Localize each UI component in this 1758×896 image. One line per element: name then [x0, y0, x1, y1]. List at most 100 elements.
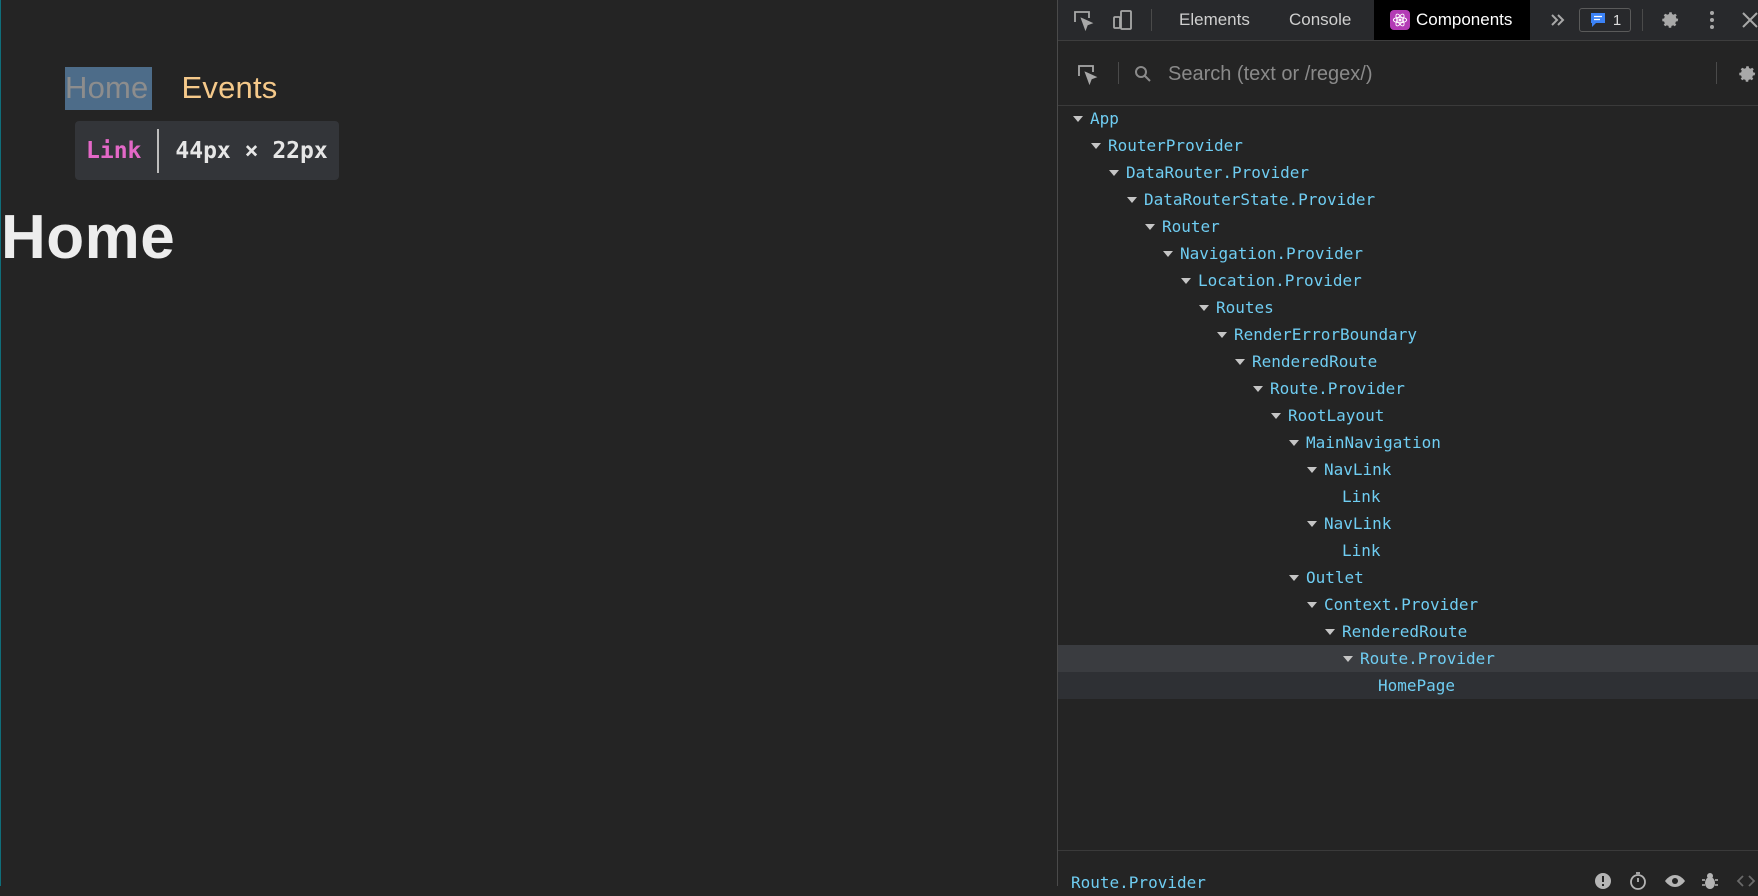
devtools-tabbar: Elements Console Components 1 — [1058, 0, 1758, 41]
tree-node-label: RenderedRoute — [1252, 352, 1378, 371]
tree-row-navigation-provider[interactable]: Navigation.Provider — [1058, 240, 1758, 267]
bug-icon[interactable] — [1700, 871, 1720, 891]
expand-arrow-icon[interactable] — [1199, 304, 1209, 311]
tree-row-context-provider[interactable]: Context.Provider — [1058, 591, 1758, 618]
issues-badge[interactable]: 1 — [1579, 8, 1631, 32]
expand-arrow-icon[interactable] — [1091, 142, 1101, 149]
expand-arrow-icon[interactable] — [1307, 520, 1317, 527]
expand-arrow-icon[interactable] — [1145, 223, 1155, 230]
tree-node-label: DataRouterState.Provider — [1144, 190, 1376, 209]
tree-node-label: RouterProvider — [1108, 136, 1243, 155]
expand-arrow-icon[interactable] — [1253, 385, 1263, 392]
inspect-element-icon[interactable] — [1071, 8, 1095, 32]
tree-row-rendererrorboundary[interactable]: RenderErrorBoundary — [1058, 321, 1758, 348]
kebab-menu-icon[interactable] — [1700, 8, 1724, 32]
expand-arrow-icon[interactable] — [1289, 439, 1299, 446]
tree-row-link[interactable]: Link — [1058, 483, 1758, 510]
expand-arrow-icon[interactable] — [1217, 331, 1227, 338]
nav-link-events[interactable]: Events — [182, 66, 278, 110]
tree-node-label: RootLayout — [1288, 406, 1385, 425]
tree-row-outlet[interactable]: Outlet — [1058, 564, 1758, 591]
component-search-bar — [1058, 41, 1758, 106]
devtools-panel: Elements Console Components 1 Search (te… — [1057, 0, 1758, 892]
expand-arrow-icon[interactable] — [1325, 628, 1335, 635]
expand-arrow-icon[interactable] — [1163, 250, 1173, 257]
tree-node-label: NavLink — [1324, 460, 1392, 479]
main-navigation: Home Events — [65, 66, 277, 110]
tree-row-route-provider[interactable]: Route.Provider — [1058, 375, 1758, 402]
more-tabs-icon[interactable] — [1546, 8, 1570, 32]
tree-row-navlink[interactable]: NavLink — [1058, 456, 1758, 483]
close-icon[interactable] — [1738, 8, 1758, 32]
component-tree: App RouterProvider DataRouter.Provider Data… — [1058, 105, 1758, 699]
tree-row-homepage[interactable]: HomePage — [1058, 672, 1758, 699]
tree-node-label: Router — [1162, 217, 1220, 236]
stopwatch-icon[interactable] — [1628, 871, 1648, 891]
app-viewport: Home Events Link 44px × 22px Home — [0, 0, 1057, 886]
tree-row-app[interactable]: App — [1058, 105, 1758, 132]
expand-arrow-icon[interactable] — [1289, 574, 1299, 581]
tree-node-label: DataRouter.Provider — [1126, 163, 1310, 182]
tree-node-label: HomePage — [1378, 676, 1456, 695]
expand-arrow-icon[interactable] — [1307, 601, 1317, 608]
tree-node-label: Context.Provider — [1324, 595, 1479, 614]
expand-arrow-icon[interactable] — [1109, 169, 1119, 176]
tree-node-label: Routes — [1216, 298, 1274, 317]
code-icon[interactable] — [1736, 871, 1756, 891]
tree-node-label: App — [1090, 109, 1119, 128]
expand-arrow-icon[interactable] — [1127, 196, 1137, 203]
tree-row-routes[interactable]: Routes — [1058, 294, 1758, 321]
device-toolbar-icon[interactable] — [1111, 8, 1135, 32]
tooltip-component-name: Link — [86, 137, 142, 164]
tree-row-routerprovider[interactable]: RouterProvider — [1058, 132, 1758, 159]
expand-arrow-icon[interactable] — [1235, 358, 1245, 365]
devtools-statusbar: Route.Provider — [1058, 850, 1758, 892]
tab-elements[interactable]: Elements — [1179, 0, 1250, 40]
tree-row-link[interactable]: Link — [1058, 537, 1758, 564]
tree-row-datarouterstate-provider[interactable]: DataRouterState.Provider — [1058, 186, 1758, 213]
search-divider — [1716, 62, 1717, 84]
tooltip-dimensions: 44px × 22px — [175, 137, 328, 164]
inspect-tooltip: Link 44px × 22px — [75, 121, 339, 180]
tree-node-label: Location.Provider — [1198, 271, 1362, 290]
select-element-icon[interactable] — [1075, 62, 1099, 86]
tree-row-datarouter-provider[interactable]: DataRouter.Provider — [1058, 159, 1758, 186]
suspend-icon[interactable] — [1593, 871, 1613, 891]
search-divider — [1118, 62, 1119, 84]
tree-row-renderedroute[interactable]: RenderedRoute — [1058, 618, 1758, 645]
tree-node-label: Link — [1342, 541, 1381, 560]
tree-node-label: Route.Provider — [1360, 649, 1495, 668]
tree-node-label: NavLink — [1324, 514, 1392, 533]
tree-row-mainnavigation[interactable]: MainNavigation — [1058, 429, 1758, 456]
tree-node-label: Route.Provider — [1270, 379, 1405, 398]
search-icon — [1133, 64, 1153, 84]
page-title: Home — [1, 203, 176, 272]
selected-component-name: Route.Provider — [1071, 873, 1206, 892]
tree-row-navlink[interactable]: NavLink — [1058, 510, 1758, 537]
component-search-input[interactable] — [1166, 59, 1620, 89]
expand-arrow-icon[interactable] — [1073, 115, 1083, 122]
settings-gear-icon[interactable] — [1735, 62, 1758, 86]
nav-link-home[interactable]: Home — [65, 66, 149, 110]
eye-icon[interactable] — [1664, 871, 1685, 891]
tree-node-label: MainNavigation — [1306, 433, 1441, 452]
tree-row-router[interactable]: Router — [1058, 213, 1758, 240]
tree-row-rootlayout[interactable]: RootLayout — [1058, 402, 1758, 429]
expand-arrow-icon[interactable] — [1343, 655, 1353, 662]
tab-components[interactable]: Components — [1374, 0, 1531, 40]
tree-node-label: Navigation.Provider — [1180, 244, 1364, 263]
expand-arrow-icon[interactable] — [1307, 466, 1317, 473]
tree-node-label: RenderErrorBoundary — [1234, 325, 1418, 344]
tree-row-location-provider[interactable]: Location.Provider — [1058, 267, 1758, 294]
tree-row-route-provider[interactable]: Route.Provider — [1058, 645, 1758, 672]
react-icon — [1390, 10, 1410, 30]
toolbar-divider — [1642, 9, 1643, 31]
expand-arrow-icon[interactable] — [1271, 412, 1281, 419]
gear-icon[interactable] — [1658, 8, 1682, 32]
expand-arrow-icon[interactable] — [1181, 277, 1191, 284]
tab-console[interactable]: Console — [1289, 0, 1351, 40]
tree-node-label: RenderedRoute — [1342, 622, 1468, 641]
message-icon — [1590, 13, 1605, 27]
tree-node-label: Outlet — [1306, 568, 1364, 587]
tree-row-renderedroute[interactable]: RenderedRoute — [1058, 348, 1758, 375]
